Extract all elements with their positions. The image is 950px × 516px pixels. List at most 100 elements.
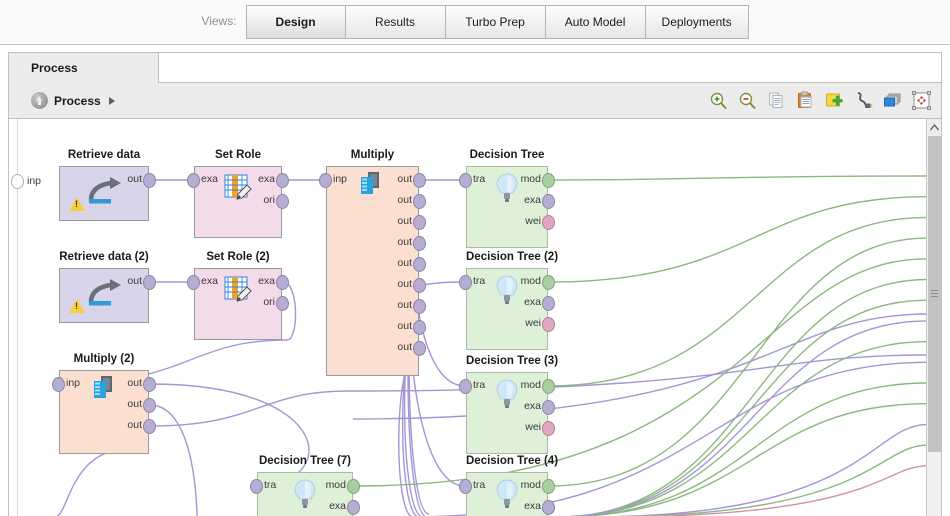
- operator-decision-tree-7[interactable]: Decision Tree (7)tramodexawei: [250, 455, 360, 516]
- port-label: wei: [525, 317, 541, 329]
- scroll-up-button[interactable]: [927, 119, 941, 135]
- view-tab-turbo-prep[interactable]: Turbo Prep: [445, 5, 546, 39]
- operator-icon-setrole: [223, 275, 253, 305]
- port-label: exa: [524, 194, 541, 206]
- output-port-mod[interactable]: [542, 275, 555, 290]
- breadcrumb-label: Process: [54, 93, 101, 108]
- operator-icon-multiply: [92, 375, 118, 401]
- output-port-out[interactable]: [413, 257, 426, 272]
- connector-icon[interactable]: [853, 91, 873, 111]
- port-label: out: [127, 419, 142, 431]
- output-port-out[interactable]: [413, 215, 426, 230]
- output-port-out[interactable]: [413, 341, 426, 356]
- process-input-label: inp: [27, 175, 42, 187]
- output-port-exa[interactable]: [542, 500, 555, 515]
- input-port-tra[interactable]: [459, 275, 472, 290]
- output-port-exa[interactable]: [347, 500, 360, 515]
- operator-label: Decision Tree (4): [466, 455, 559, 467]
- output-port-exa[interactable]: [542, 194, 555, 209]
- breadcrumb[interactable]: Process: [31, 92, 115, 109]
- view-tab-auto-model[interactable]: Auto Model: [545, 5, 646, 39]
- view-tab-results[interactable]: Results: [345, 5, 446, 39]
- operator-decision-tree[interactable]: Decision Tree tra mod exa wei: [459, 149, 555, 248]
- output-port-exa[interactable]: [542, 296, 555, 311]
- output-port-mod[interactable]: [542, 479, 555, 494]
- paste-icon[interactable]: [795, 91, 815, 111]
- operator-retrieve-data[interactable]: Retrieve data out: [59, 149, 156, 221]
- input-port-tra[interactable]: [459, 379, 472, 394]
- operator-label: Decision Tree (2): [466, 251, 559, 263]
- input-port-exa[interactable]: [187, 173, 200, 188]
- layers-icon[interactable]: [882, 91, 902, 111]
- copy-icon[interactable]: [766, 91, 786, 111]
- port-label: out: [127, 275, 142, 287]
- fit-screen-icon[interactable]: [911, 91, 931, 111]
- operator-multiply[interactable]: Multiply inp out out out out out out out out out: [319, 149, 426, 376]
- port-label: out: [397, 236, 412, 248]
- zoom-out-icon[interactable]: [737, 91, 757, 111]
- scroll-thumb[interactable]: [928, 136, 941, 452]
- output-port-out[interactable]: [143, 275, 156, 290]
- operator-decision-tree-2[interactable]: Decision Tree (2) tra mod exa wei: [459, 251, 558, 350]
- output-port-exa[interactable]: [542, 400, 555, 415]
- operator-label: Multiply (2): [73, 353, 135, 365]
- process-canvas[interactable]: inp Retrieve data out Set Role exa exa ori Mul…: [9, 119, 928, 516]
- operator-icon-dtree: [494, 478, 520, 510]
- output-port-wei[interactable]: [542, 317, 555, 332]
- process-up-icon[interactable]: [31, 92, 48, 109]
- views-bar: Views: Design Results Turbo Prep Auto Model…: [0, 0, 950, 45]
- operator-set-role[interactable]: Set Role exa exa ori: [187, 149, 289, 238]
- operator-multiply-2[interactable]: Multiply (2) inp out out out: [52, 353, 156, 454]
- view-tab-deployments[interactable]: Deployments: [645, 5, 749, 39]
- output-port-mod[interactable]: [542, 173, 555, 188]
- view-tab-design[interactable]: Design: [245, 5, 346, 39]
- operator-label: Decision Tree: [469, 149, 545, 161]
- output-port-mod[interactable]: [542, 379, 555, 394]
- output-port-ori[interactable]: [276, 296, 289, 311]
- zoom-in-icon[interactable]: [708, 91, 728, 111]
- operator-label: Retrieve data (2): [59, 251, 149, 263]
- tab-process-label: Process: [31, 61, 78, 75]
- operator-icon-retrieve: [83, 176, 127, 206]
- output-port-wei[interactable]: [542, 215, 555, 230]
- operator-retrieve-data-2[interactable]: Retrieve data (2) out: [59, 251, 156, 323]
- input-port-exa[interactable]: [187, 275, 200, 290]
- port-label: out: [397, 173, 412, 185]
- operator-icon-dtree: [494, 172, 520, 204]
- output-port-mod[interactable]: [347, 479, 360, 494]
- add-note-icon[interactable]: [824, 91, 844, 111]
- operator-set-role-2[interactable]: Set Role (2) exa exa ori: [187, 251, 289, 340]
- chevron-right-icon[interactable]: [108, 96, 115, 105]
- input-port-inp[interactable]: [52, 377, 65, 392]
- view-tab-label: Deployments: [661, 15, 732, 29]
- output-port-exa[interactable]: [276, 275, 289, 290]
- output-port-exa[interactable]: [276, 173, 289, 188]
- process-input-port[interactable]: [11, 174, 24, 189]
- output-port-out[interactable]: [143, 173, 156, 188]
- output-port-wei[interactable]: [542, 421, 555, 436]
- output-port-out[interactable]: [413, 299, 426, 314]
- output-port-out[interactable]: [413, 236, 426, 251]
- port-label: out: [127, 398, 142, 410]
- input-port-tra[interactable]: [459, 173, 472, 188]
- input-port-tra[interactable]: [459, 479, 472, 494]
- port-label: exa: [524, 296, 541, 308]
- input-port-inp[interactable]: [319, 173, 332, 188]
- output-port-out[interactable]: [143, 398, 156, 413]
- output-port-out[interactable]: [413, 278, 426, 293]
- port-label: exa: [524, 500, 541, 512]
- scroll-grip-icon: [931, 290, 938, 298]
- output-port-out[interactable]: [143, 377, 156, 392]
- canvas-vertical-scrollbar[interactable]: [926, 119, 941, 516]
- output-port-out[interactable]: [413, 320, 426, 335]
- output-port-ori[interactable]: [276, 194, 289, 209]
- operator-icon-dtree: [494, 378, 520, 410]
- operator-decision-tree-3[interactable]: Decision Tree (3) tra mod exa wei: [459, 355, 558, 454]
- panel-toolbar: Process: [9, 83, 941, 118]
- output-port-out[interactable]: [143, 419, 156, 434]
- output-port-out[interactable]: [413, 194, 426, 209]
- operator-decision-tree-4[interactable]: Decision Tree (4)tramodexawei: [459, 455, 558, 516]
- input-port-tra[interactable]: [250, 479, 263, 494]
- tab-process[interactable]: Process: [9, 53, 159, 83]
- output-port-out[interactable]: [413, 173, 426, 188]
